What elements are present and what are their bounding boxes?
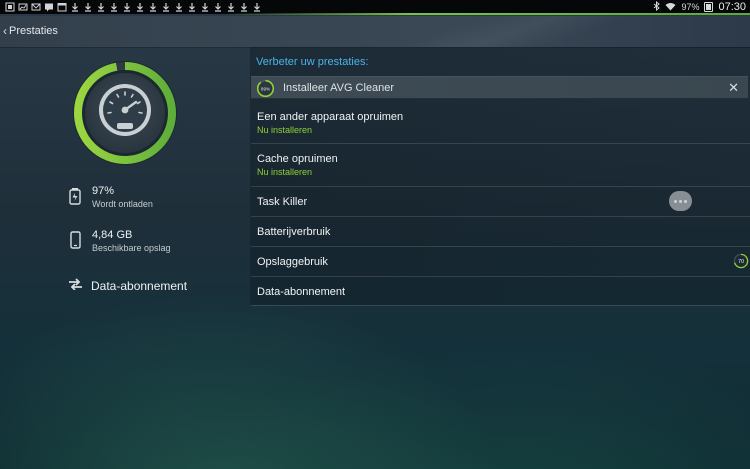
message-icon — [43, 1, 54, 12]
wifi-icon — [665, 2, 676, 13]
speedometer-icon — [99, 84, 151, 136]
download-icon — [69, 1, 80, 12]
list-item-other-device[interactable]: Een ander apparaat opruimen Nu installer… — [251, 100, 750, 144]
download-icon — [121, 1, 132, 12]
install-cleaner-banner[interactable]: 89% Installeer AVG Cleaner ✕ — [251, 76, 748, 99]
panel-heading: Verbeter uw prestaties: — [256, 56, 369, 68]
list-item-title: Data-abonnement — [257, 286, 346, 298]
more-options-icon[interactable] — [669, 191, 692, 211]
battery-label: Wordt ontladen — [92, 199, 153, 209]
back-button[interactable]: ‹ Prestaties — [3, 24, 58, 38]
download-icon — [134, 1, 145, 12]
list-item-cache[interactable]: Cache opruimen Nu installeren — [251, 144, 750, 187]
action-bar: ‹ Prestaties — [0, 16, 750, 48]
close-icon[interactable]: ✕ — [728, 80, 739, 96]
storage-score-text: 70 — [738, 259, 744, 265]
page-title: Prestaties — [9, 25, 58, 37]
data-subscription-label: Data-abonnement — [91, 279, 188, 293]
mail-icon — [30, 1, 41, 12]
status-bar: 97% 07:30 — [0, 0, 750, 15]
chevron-left-icon: ‹ — [3, 24, 7, 38]
list-item-data-subscription[interactable]: Data-abonnement — [251, 277, 750, 306]
battery-icon — [68, 187, 82, 205]
storage-label: Beschikbare opslag — [92, 243, 171, 253]
progress-ring-icon: 89% — [256, 79, 275, 98]
list-item-title: Opslaggebruik — [257, 256, 328, 268]
phone-storage-icon — [68, 231, 82, 249]
performance-gauge — [73, 61, 177, 165]
bluetooth-icon — [653, 0, 661, 13]
list-item-subtitle: Nu installeren — [257, 125, 313, 135]
action-bar-sheen — [330, 16, 750, 47]
storage-stat: 4,84 GB Beschikbare opslag — [68, 229, 171, 255]
list-item-title: Batterijverbruik — [257, 226, 331, 238]
data-transfer-icon — [68, 277, 83, 295]
storage-score-badge: 70 — [733, 253, 749, 269]
list-item-battery-usage[interactable]: Batterijverbruik — [251, 217, 750, 247]
download-icon — [108, 1, 119, 12]
calendar-icon — [56, 1, 67, 12]
list-item-title: Een ander apparaat opruimen — [257, 111, 404, 123]
list-item-subtitle: Nu installeren — [257, 167, 313, 177]
download-icon — [199, 1, 210, 12]
data-subscription-link[interactable]: Data-abonnement — [68, 277, 187, 295]
download-icon — [173, 1, 184, 12]
download-icon — [238, 1, 249, 12]
battery-icon — [704, 2, 714, 12]
battery-value: 97% — [92, 185, 115, 197]
download-icon — [160, 1, 171, 12]
image-icon — [17, 1, 28, 12]
notification-icons — [4, 1, 262, 12]
banner-text: Installeer AVG Cleaner — [283, 82, 395, 94]
list-item-storage-usage[interactable]: Opslaggebruik — [251, 247, 750, 277]
download-icon — [82, 1, 93, 12]
ring-percent: 89% — [261, 86, 270, 91]
download-icon — [225, 1, 236, 12]
download-icon — [186, 1, 197, 12]
download-icon — [212, 1, 223, 12]
list-item-title: Task Killer — [257, 196, 308, 208]
clock: 07:30 — [718, 1, 746, 13]
status-accent-line — [225, 13, 750, 15]
battery-percent: 97% — [681, 2, 700, 12]
download-icon — [95, 1, 106, 12]
storage-value: 4,84 GB — [92, 229, 133, 241]
download-icon — [251, 1, 262, 12]
list-item-title: Cache opruimen — [257, 153, 338, 165]
battery-stat: 97% Wordt ontladen — [68, 185, 153, 211]
status-right: 97% 07:30 — [653, 0, 746, 14]
gallery-icon — [4, 1, 15, 12]
download-icon — [147, 1, 158, 12]
